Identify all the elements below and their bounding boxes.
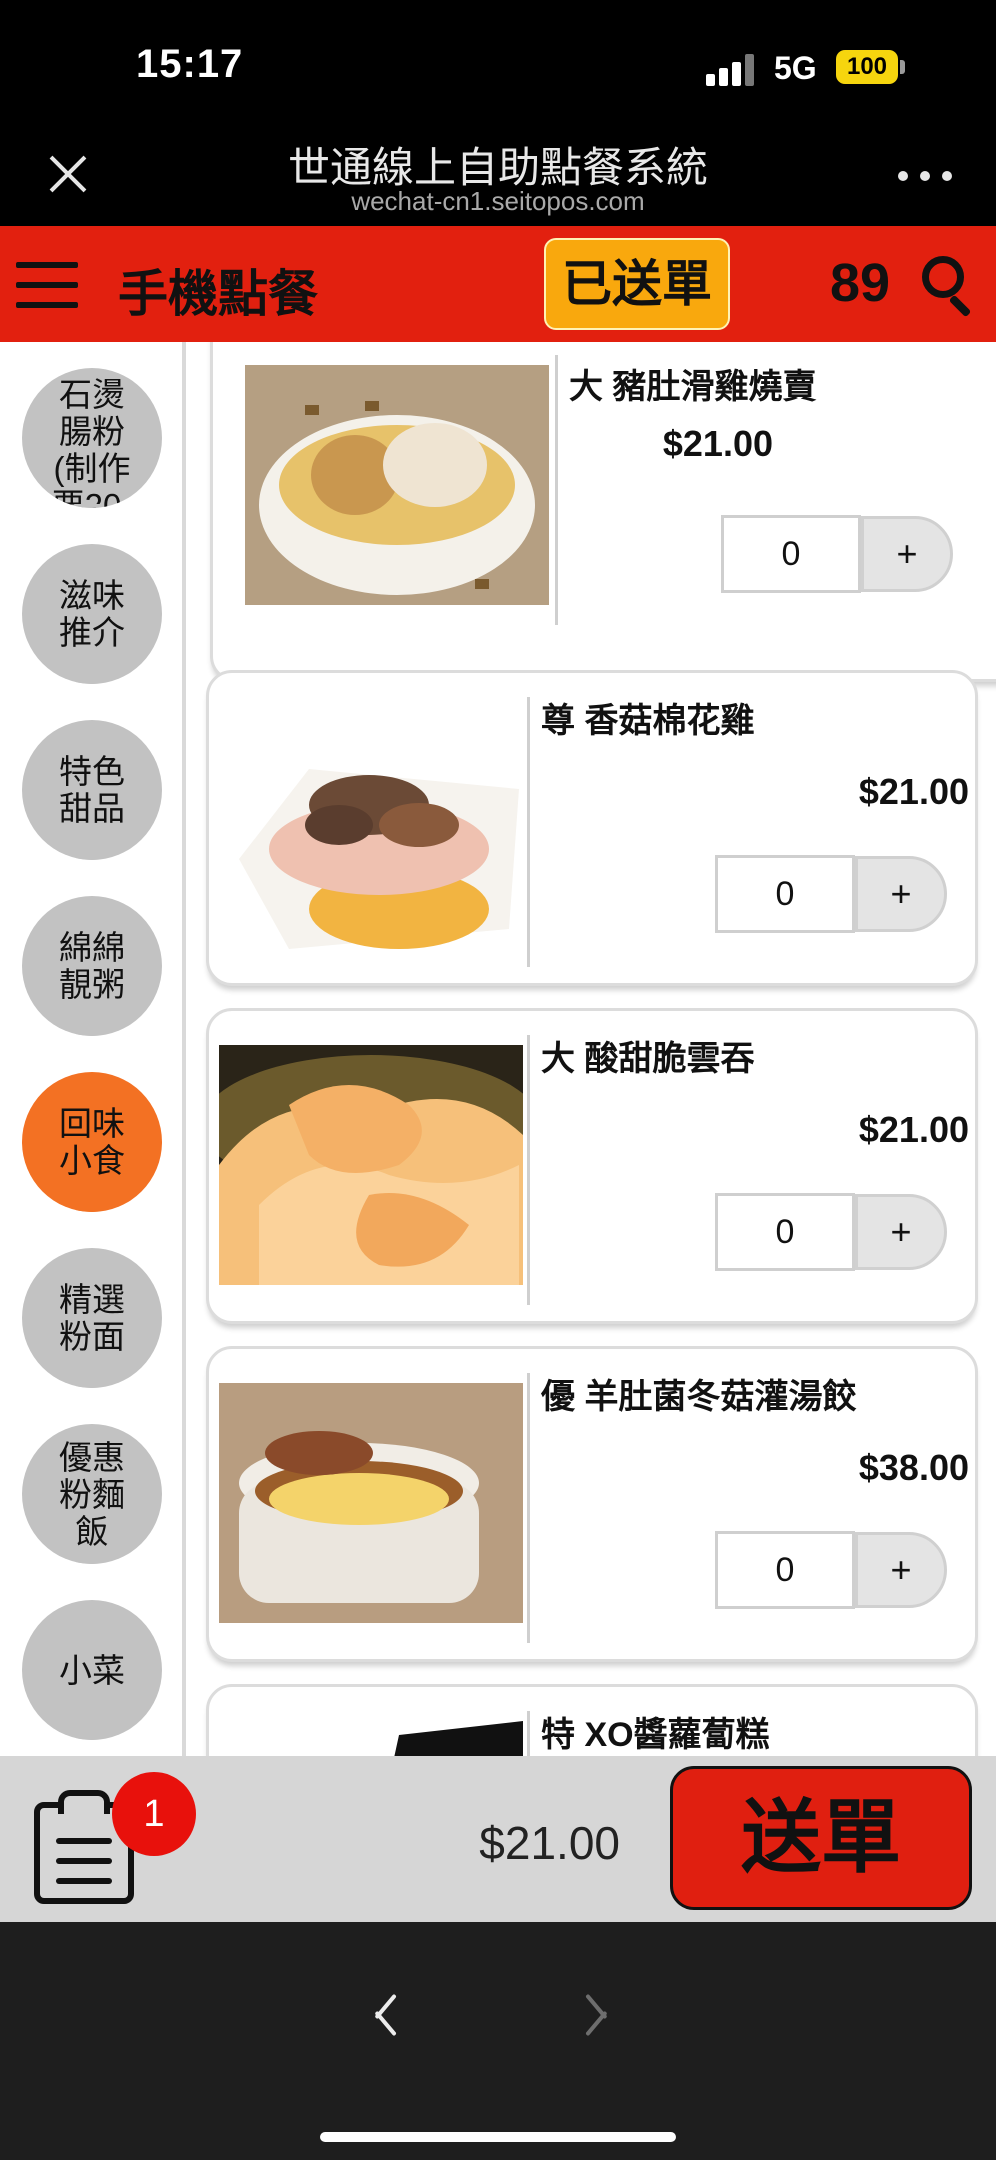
item-name: 大 酸甜脆雲吞 xyxy=(541,1040,755,1078)
category-noodles[interactable]: 精選粉面 xyxy=(22,1248,162,1388)
category-side-dishes[interactable]: 小菜 xyxy=(22,1600,162,1740)
add-quantity-button[interactable]: + xyxy=(855,856,947,932)
item-price: $21.00 xyxy=(858,771,969,812)
menu-item-card: 特 XO醬蘿蔔糕 xyxy=(206,1684,978,1756)
page-url: wechat-cn1.seitopos.com xyxy=(351,186,645,216)
status-bar: 15:17 5G 100 xyxy=(0,0,996,118)
cart-count-badge: 1 xyxy=(112,1772,196,1856)
menu-item-card: 大 酸甜脆雲吞 $21.00 0 + xyxy=(206,1008,978,1324)
item-price: $21.00 xyxy=(858,1109,969,1150)
item-photo[interactable] xyxy=(219,1045,523,1285)
more-icon[interactable] xyxy=(898,168,954,184)
order-total: $21.00 xyxy=(479,1817,620,1869)
status-time: 15:17 xyxy=(136,42,244,86)
signal-icon xyxy=(706,54,758,86)
add-quantity-button[interactable]: + xyxy=(855,1194,947,1270)
menu-item-card: 大 豬肚滑雞燒賣 $21.00 0 + xyxy=(210,342,996,682)
app-header: 手機點餐 已送單 89 xyxy=(0,226,996,342)
search-icon[interactable] xyxy=(922,256,978,318)
item-name: 優 羊肚菌冬菇灌湯餃 xyxy=(541,1378,857,1416)
item-photo[interactable] xyxy=(245,365,549,605)
webview-title-bar: 世通線上自助點餐系統 wechat-cn1.seitopos.com xyxy=(0,118,996,226)
quantity-input[interactable]: 0 xyxy=(721,515,861,593)
quantity-input[interactable]: 0 xyxy=(715,855,855,933)
item-price: $21.00 xyxy=(662,423,773,464)
item-photo[interactable] xyxy=(219,1383,523,1623)
category-desserts[interactable]: 特色甜品 xyxy=(22,720,162,860)
submit-order-button[interactable]: 送單 xyxy=(670,1766,972,1910)
category-stone-rice-roll[interactable]: 石燙腸粉(制作要20-25分) xyxy=(22,368,162,508)
menu-item-card: 優 羊肚菌冬菇灌湯餃 $38.00 0 + xyxy=(206,1346,978,1662)
back-icon[interactable] xyxy=(360,1982,410,2042)
card-separator xyxy=(555,355,558,625)
card-separator xyxy=(527,1035,530,1305)
category-snacks[interactable]: 回味小食 xyxy=(22,1072,162,1212)
order-bar: 1 $21.00 送單 xyxy=(0,1756,996,1922)
battery-icon: 100 xyxy=(836,50,898,84)
add-quantity-button[interactable]: + xyxy=(855,1532,947,1608)
network-label: 5G xyxy=(774,50,817,86)
sent-orders-button[interactable]: 已送單 xyxy=(544,238,730,330)
table-number: 89 xyxy=(830,253,891,313)
card-separator xyxy=(527,697,530,967)
add-quantity-button[interactable]: + xyxy=(861,516,953,592)
category-offers[interactable]: 優惠粉麵飯 xyxy=(22,1424,162,1564)
item-list[interactable]: 大 豬肚滑雞燒賣 $21.00 0 + 尊 香菇棉花雞 $21.00 0 + 大… xyxy=(186,342,996,1756)
app-title: 手機點餐 xyxy=(118,266,318,322)
category-sidebar[interactable]: 石燙腸粉(制作要20-25分) 滋味推介 特色甜品 綿綿靚粥 回味小食 精選粉面… xyxy=(0,342,186,1756)
menu-item-card: 尊 香菇棉花雞 $21.00 0 + xyxy=(206,670,978,986)
forward-icon[interactable] xyxy=(585,1982,640,2042)
battery-cap xyxy=(900,60,905,74)
quantity-input[interactable]: 0 xyxy=(715,1531,855,1609)
category-congee[interactable]: 綿綿靚粥 xyxy=(22,896,162,1036)
item-price: $38.00 xyxy=(858,1447,969,1488)
item-name: 尊 香菇棉花雞 xyxy=(541,702,755,740)
quantity-input[interactable]: 0 xyxy=(715,1193,855,1271)
item-photo[interactable] xyxy=(219,729,523,969)
item-photo[interactable] xyxy=(219,1721,523,1756)
item-name: 特 XO醬蘿蔔糕 xyxy=(541,1716,770,1754)
menu-content: 石燙腸粉(制作要20-25分) 滋味推介 特色甜品 綿綿靚粥 回味小食 精選粉面… xyxy=(0,342,996,1756)
home-indicator[interactable] xyxy=(320,2132,676,2142)
menu-icon[interactable] xyxy=(16,262,78,308)
item-name: 大 豬肚滑雞燒賣 xyxy=(569,368,817,406)
category-recommended[interactable]: 滋味推介 xyxy=(22,544,162,684)
browser-nav-bar xyxy=(0,1922,996,2160)
card-separator xyxy=(527,1711,530,1756)
card-separator xyxy=(527,1373,530,1643)
